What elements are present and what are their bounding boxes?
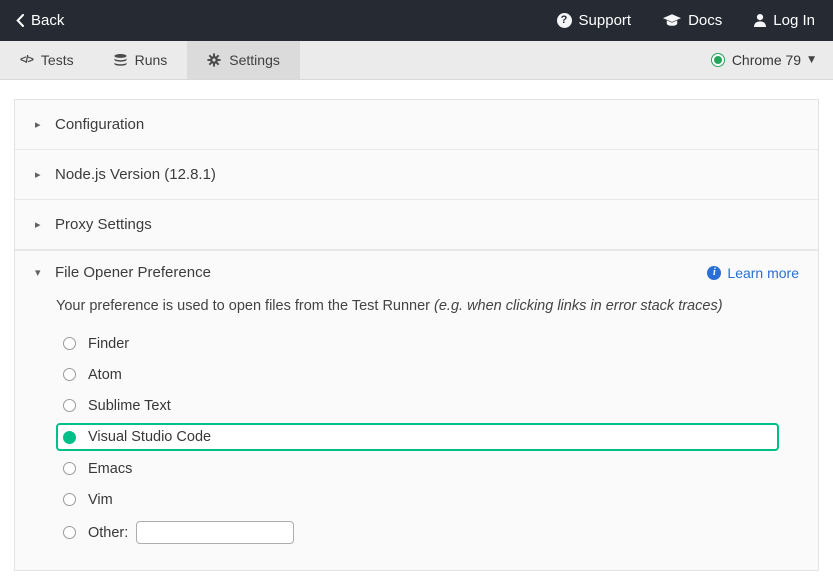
section-nodejs-title: Node.js Version (12.8.1) bbox=[55, 166, 216, 183]
learn-more-label: Learn more bbox=[727, 265, 799, 281]
radio-option-vim[interactable]: Vim bbox=[56, 484, 818, 515]
section-configuration-title: Configuration bbox=[55, 116, 144, 133]
description-note: (e.g. when clicking links in error stack… bbox=[434, 298, 723, 314]
topbar-links: ? Support Docs Log In bbox=[557, 12, 815, 29]
file-opener-body: Your preference is used to open files fr… bbox=[15, 294, 818, 570]
navbar: </> Tests Runs Settings Chrome 79 ▼ bbox=[0, 41, 833, 80]
radio-option-visual-studio-code[interactable]: Visual Studio Code bbox=[56, 423, 779, 451]
settings-panel: ▸ Configuration ▸ Node.js Version (12.8.… bbox=[14, 99, 819, 571]
chevron-down-icon: ▾ bbox=[35, 267, 43, 278]
option-label: Visual Studio Code bbox=[88, 429, 211, 445]
chevron-right-icon: ▸ bbox=[35, 169, 43, 180]
login-link[interactable]: Log In bbox=[754, 12, 815, 29]
browser-dropdown[interactable]: Chrome 79 ▼ bbox=[711, 41, 833, 79]
option-label: Atom bbox=[88, 367, 122, 383]
graduation-cap-icon bbox=[663, 14, 681, 27]
section-proxy-settings[interactable]: ▸ Proxy Settings bbox=[15, 200, 818, 250]
code-icon: </> bbox=[20, 54, 33, 66]
option-label: Finder bbox=[88, 336, 129, 352]
radio-icon[interactable] bbox=[63, 399, 76, 412]
radio-option-emacs[interactable]: Emacs bbox=[56, 453, 818, 484]
tab-settings-label: Settings bbox=[229, 52, 280, 68]
back-label: Back bbox=[31, 12, 64, 29]
chrome-icon bbox=[711, 53, 725, 67]
radio-option-sublime-text[interactable]: Sublime Text bbox=[56, 390, 818, 421]
radio-option-atom[interactable]: Atom bbox=[56, 359, 818, 390]
user-icon bbox=[754, 14, 766, 27]
chevron-down-icon: ▼ bbox=[808, 56, 815, 65]
option-label: Vim bbox=[88, 492, 113, 508]
back-button[interactable]: Back bbox=[16, 12, 64, 29]
radio-icon[interactable] bbox=[63, 368, 76, 381]
browser-label: Chrome 79 bbox=[732, 52, 801, 68]
learn-more-link[interactable]: i Learn more bbox=[707, 265, 799, 281]
database-icon bbox=[114, 54, 127, 67]
section-file-opener[interactable]: ▾ File Opener Preference i Learn more bbox=[15, 250, 818, 294]
topbar: Back ? Support Docs Log In bbox=[0, 0, 833, 41]
chevron-left-icon bbox=[16, 14, 24, 27]
docs-link[interactable]: Docs bbox=[663, 12, 722, 29]
tab-runs[interactable]: Runs bbox=[94, 41, 188, 79]
gear-icon bbox=[207, 53, 221, 67]
option-label: Other: bbox=[88, 525, 128, 541]
support-label: Support bbox=[579, 12, 632, 29]
option-label: Sublime Text bbox=[88, 398, 171, 414]
tab-tests[interactable]: </> Tests bbox=[0, 41, 94, 79]
chevron-right-icon: ▸ bbox=[35, 219, 43, 230]
option-label: Emacs bbox=[88, 461, 132, 477]
info-icon: i bbox=[707, 266, 721, 280]
radio-option-other[interactable]: Other: bbox=[56, 515, 818, 550]
radio-icon[interactable] bbox=[63, 462, 76, 475]
question-circle-icon: ? bbox=[557, 13, 572, 28]
tab-settings[interactable]: Settings bbox=[187, 41, 300, 79]
description-text: Your preference is used to open files fr… bbox=[56, 298, 434, 314]
section-file-opener-title: File Opener Preference bbox=[55, 264, 211, 281]
tab-tests-label: Tests bbox=[41, 52, 74, 68]
section-proxy-title: Proxy Settings bbox=[55, 216, 152, 233]
radio-icon[interactable] bbox=[63, 337, 76, 350]
docs-label: Docs bbox=[688, 12, 722, 29]
section-configuration[interactable]: ▸ Configuration bbox=[15, 100, 818, 150]
radio-option-finder[interactable]: Finder bbox=[56, 328, 818, 359]
login-label: Log In bbox=[773, 12, 815, 29]
support-link[interactable]: ? Support bbox=[557, 12, 632, 29]
radio-icon[interactable] bbox=[63, 526, 76, 539]
tab-runs-label: Runs bbox=[135, 52, 168, 68]
other-editor-input[interactable] bbox=[136, 521, 294, 544]
section-nodejs-version[interactable]: ▸ Node.js Version (12.8.1) bbox=[15, 150, 818, 200]
chevron-right-icon: ▸ bbox=[35, 119, 43, 130]
settings-page: ▸ Configuration ▸ Node.js Version (12.8.… bbox=[0, 80, 833, 571]
radio-selected-icon[interactable] bbox=[63, 431, 76, 444]
file-opener-description: Your preference is used to open files fr… bbox=[56, 296, 818, 316]
radio-icon[interactable] bbox=[63, 493, 76, 506]
